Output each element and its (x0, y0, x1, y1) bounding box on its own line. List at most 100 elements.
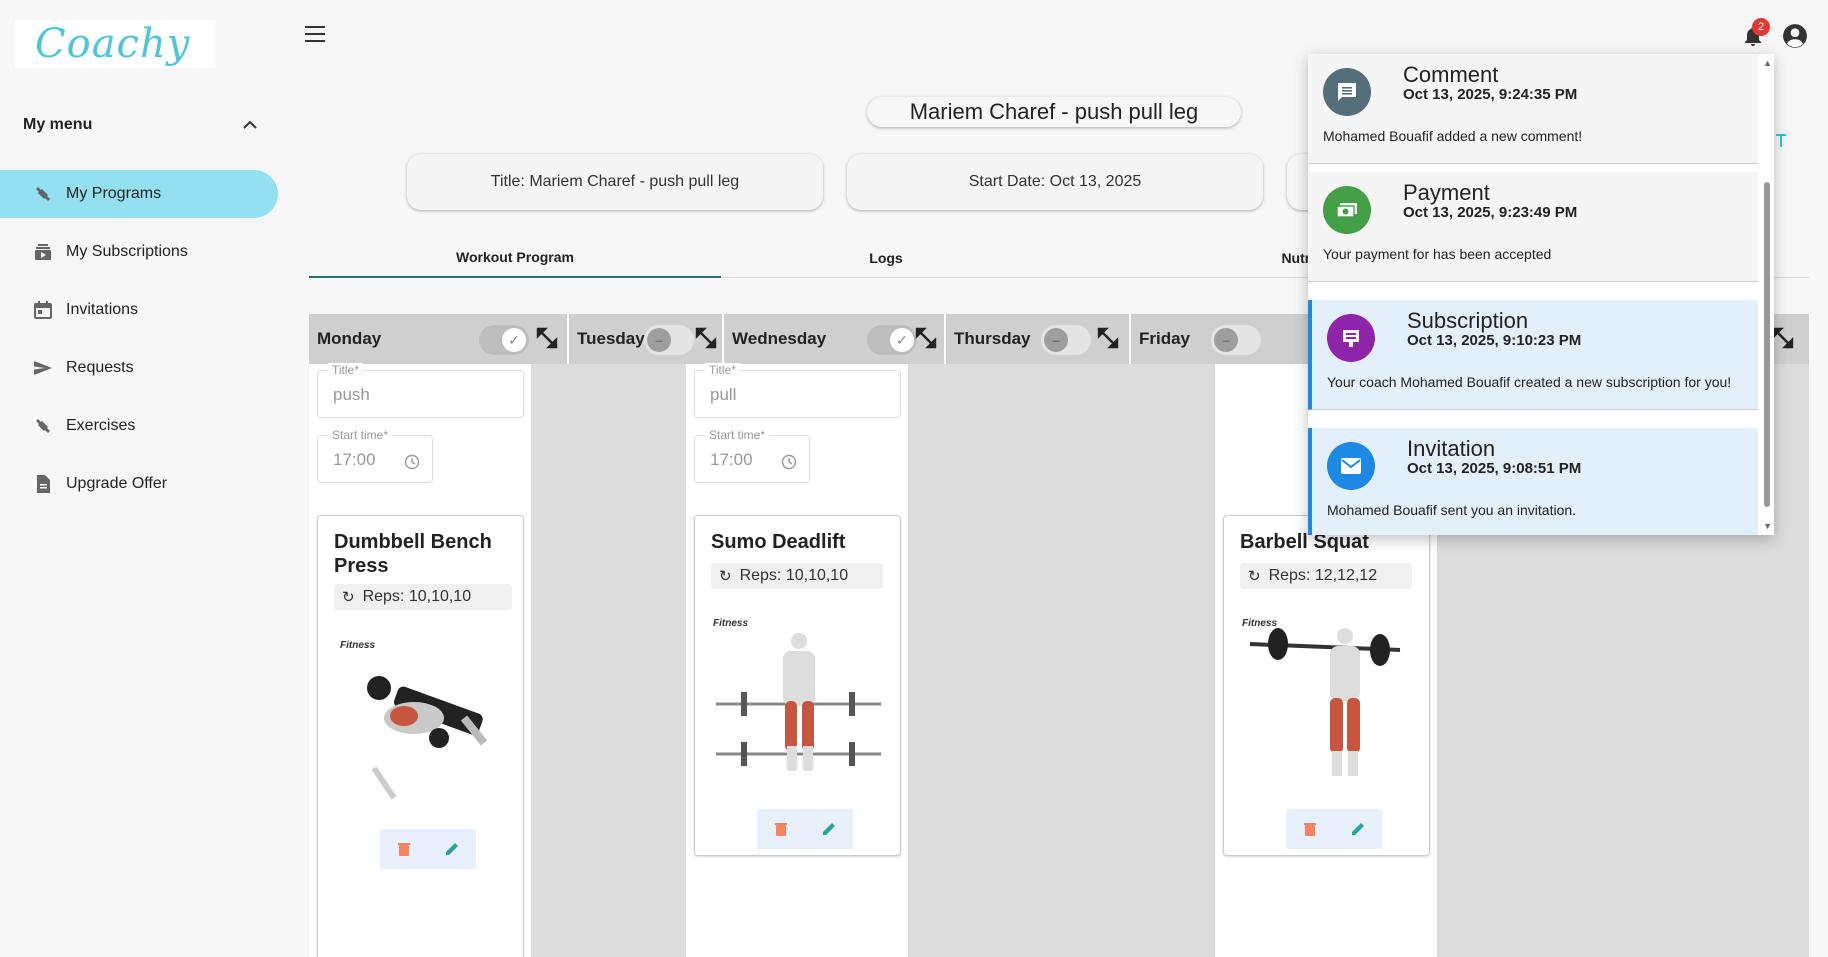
notification-item[interactable]: Invitation Oct 13, 2025, 9:08:51 PM Moha… (1308, 428, 1758, 535)
minus-icon: – (1214, 328, 1238, 352)
notification-title: Invitation (1407, 436, 1496, 461)
notification-message: Mohamed Bouafif added a new comment! (1323, 128, 1583, 144)
exercise-card[interactable]: Dumbbell Bench Press ↻ Reps: 10,10,10 Fitn… (317, 515, 524, 957)
exercise-reps: ↻ Reps: 10,10,10 (711, 563, 883, 589)
check-icon: ✓ (890, 328, 914, 352)
sidebar-item-exercises[interactable]: Exercises (0, 402, 280, 450)
day-toggle-monday[interactable]: ✓ (479, 325, 529, 355)
notification-message: Your payment for has been accepted (1323, 246, 1552, 262)
session-time-field-wednesday[interactable]: Start time* 17:00 (694, 428, 810, 483)
notification-title: Payment (1403, 180, 1490, 205)
notification-time: Oct 13, 2025, 9:24:35 PM (1403, 86, 1578, 103)
notifications-panel: Comment Oct 13, 2025, 9:24:35 PM Mohamed… (1308, 54, 1774, 535)
minus-icon: – (1044, 328, 1068, 352)
field-value: pull (710, 385, 737, 404)
expand-icon[interactable] (1771, 326, 1795, 350)
menu-header[interactable]: My menu (23, 116, 263, 134)
payment-icon (1323, 186, 1371, 234)
session-title-field-monday[interactable]: Title* push (317, 363, 524, 418)
sidebar-item-label: My Subscriptions (66, 243, 188, 260)
field-value: 17:00 (710, 450, 753, 469)
expand-icon[interactable] (914, 326, 938, 350)
notification-time: Oct 13, 2025, 9:08:51 PM (1407, 460, 1582, 477)
session-title-field-wednesday[interactable]: Title* pull (694, 363, 901, 418)
sidebar-item-label: Exercises (66, 417, 136, 434)
exercise-image: Fitness (1240, 606, 1418, 786)
day-name: Thursday (954, 329, 1031, 348)
document-icon (32, 473, 54, 495)
brand-tag: Fitness (340, 640, 375, 651)
expand-icon[interactable] (1096, 326, 1120, 350)
delete-icon[interactable] (1303, 821, 1317, 837)
tab-workout-program[interactable]: Workout Program (309, 238, 721, 278)
notification-message: Mohamed Bouafif sent you an invitation. (1327, 502, 1577, 518)
day-name: Monday (317, 329, 382, 348)
field-value: push (333, 385, 370, 404)
edit-icon[interactable] (1350, 821, 1366, 837)
exercise-name: Dumbbell Bench Press (334, 531, 492, 577)
edit-icon[interactable] (821, 821, 837, 837)
day-toggle-wednesday[interactable]: ✓ (867, 325, 917, 355)
chevron-up-icon[interactable] (243, 117, 263, 133)
logo[interactable]: Coachy (15, 20, 215, 68)
exercise-name: Sumo Deadlift (711, 531, 846, 553)
hamburger-menu-icon[interactable] (305, 26, 325, 42)
delete-icon[interactable] (397, 841, 411, 857)
exercise-card[interactable]: Barbell Squat ↻ Reps: 12,12,12 Fitness (1223, 515, 1430, 856)
field-label: Start time* (328, 428, 393, 442)
exercise-actions (757, 809, 853, 849)
sidebar-item-label: Upgrade Offer (66, 475, 168, 492)
logo-text: Coachy (35, 21, 191, 67)
sidebar-item-label: Invitations (66, 301, 139, 318)
replay-icon: ↻ (342, 589, 355, 606)
session-time-field-monday[interactable]: Start time* 17:00 (317, 428, 433, 483)
day-name: Wednesday (732, 329, 827, 348)
day-header-monday: Monday ✓ (309, 314, 569, 364)
account-circle-icon[interactable] (1782, 23, 1808, 49)
exercise-card[interactable]: Sumo Deadlift ↻ Reps: 10,10,10 Fitness (694, 515, 901, 856)
clock-icon[interactable] (781, 454, 797, 470)
notifications-scrollbar[interactable] (1764, 72, 1770, 512)
sidebar-item-upgrade-offer[interactable]: Upgrade Offer (0, 460, 280, 508)
day-name: Tuesday (577, 329, 645, 348)
tab-logs[interactable]: Logs (721, 238, 1051, 278)
program-info-title: Title: Mariem Charef - push pull leg (407, 154, 823, 210)
brand-tag: Fitness (713, 618, 748, 629)
sidebar-item-label: Requests (66, 359, 134, 376)
day-header-tuesday: Tuesday – (569, 314, 724, 364)
day-header-friday: Friday – (1131, 314, 1311, 364)
send-icon (32, 357, 54, 379)
scroll-up-arrow-icon[interactable]: ▲ (1763, 58, 1772, 68)
notification-item[interactable]: Comment Oct 13, 2025, 9:24:35 PM Mohamed… (1308, 54, 1758, 164)
edit-icon[interactable] (444, 841, 460, 857)
clock-icon[interactable] (404, 454, 420, 470)
delete-icon[interactable] (774, 821, 788, 837)
expand-icon[interactable] (694, 326, 718, 350)
replay-icon: ↻ (719, 568, 732, 585)
brand-tag: Fitness (1242, 618, 1277, 629)
filter-icon[interactable] (1775, 134, 1787, 148)
notification-time: Oct 13, 2025, 9:23:49 PM (1403, 204, 1578, 221)
day-name: Friday (1139, 329, 1191, 348)
notification-item[interactable]: Payment Oct 13, 2025, 9:23:49 PM Your pa… (1308, 172, 1758, 282)
sidebar-item-my-subscriptions[interactable]: My Subscriptions (0, 228, 280, 276)
day-toggle-thursday[interactable]: – (1041, 325, 1091, 355)
day-toggle-friday[interactable]: – (1211, 325, 1261, 355)
exercise-reps: ↻ Reps: 12,12,12 (1240, 563, 1412, 589)
notification-item[interactable]: Subscription Oct 13, 2025, 9:10:23 PM Yo… (1308, 300, 1758, 410)
mail-icon (1327, 442, 1375, 490)
subscriptions-icon (32, 241, 54, 263)
exercise-image: Fitness (334, 628, 512, 808)
notification-count-badge: 2 (1752, 18, 1770, 36)
day-header-thursday: Thursday – (946, 314, 1131, 364)
sidebar-item-my-programs[interactable]: My Programs (0, 170, 278, 218)
comment-icon (1323, 68, 1371, 116)
day-toggle-tuesday[interactable]: – (644, 325, 694, 355)
expand-icon[interactable] (535, 326, 559, 350)
notification-title: Comment (1403, 62, 1499, 87)
scroll-down-arrow-icon[interactable]: ▼ (1763, 521, 1772, 531)
sidebar: Coachy My menu My Programs My Subscripti… (0, 0, 280, 957)
sidebar-item-invitations[interactable]: Invitations (0, 286, 280, 334)
subscription-icon (1327, 314, 1375, 362)
sidebar-item-requests[interactable]: Requests (0, 344, 280, 392)
